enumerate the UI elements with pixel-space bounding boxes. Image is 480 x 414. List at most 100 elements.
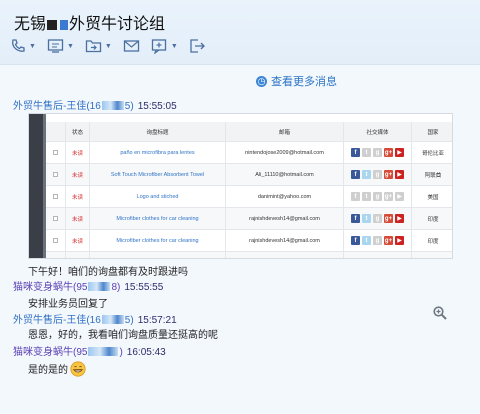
twitter-icon[interactable]: t	[362, 236, 371, 245]
add-member-icon	[151, 39, 166, 54]
table-row[interactable]: 未读 Paño de microfibrajdanielibarra@hotmai…	[46, 252, 452, 260]
inquiry-subject-link[interactable]: paño en microfibra para lentes	[120, 150, 194, 156]
subject-cell[interactable]: Microfiber clothes for car cleaning	[90, 230, 226, 251]
chevron-down-icon: ▼	[29, 42, 36, 50]
status-badge: 未读	[71, 172, 83, 179]
email-cell: danimint@yahoo.com	[226, 186, 344, 207]
row-checkbox[interactable]	[53, 216, 58, 221]
exit-group-button[interactable]	[189, 38, 206, 54]
header-select	[46, 122, 66, 141]
sender-tail: 5)	[124, 315, 134, 326]
message-sender[interactable]: 外贸牛售后-王佳(16 5) 15:57:21	[13, 311, 177, 326]
youtube-icon[interactable]: ▶	[395, 214, 404, 223]
social-icons: ftgg+▶	[351, 214, 404, 223]
history-clock-icon: ◷	[256, 75, 267, 87]
table-row[interactable]: 未读 Microfiber clothes for car cleaning raj…	[46, 208, 452, 230]
google-plus-icon[interactable]: g+	[384, 170, 393, 179]
row-checkbox[interactable]	[53, 172, 58, 177]
message-time: 15:55:55	[124, 282, 164, 293]
google-plus-icon[interactable]: g+	[384, 258, 393, 259]
message-sender[interactable]: 猫咪变身蜗牛(95) 16:05:43	[13, 343, 166, 358]
status-cell: 未读	[66, 142, 90, 163]
add-member-button[interactable]: ▼	[151, 38, 178, 54]
social-cell: ftgg+▶	[344, 230, 412, 251]
chevron-down-icon: ▼	[66, 42, 74, 50]
inquiry-subject-link[interactable]: Microfiber clothes for car cleaning	[116, 238, 198, 244]
twitter-icon[interactable]: t	[362, 214, 371, 223]
sender-name: 外贸牛售后-王佳(16	[13, 101, 101, 112]
google-plus-icon[interactable]: g+	[384, 192, 393, 201]
google-plus-icon[interactable]: g+	[384, 214, 393, 223]
google-icon[interactable]: g	[373, 170, 382, 179]
twitter-icon[interactable]: t	[362, 170, 371, 179]
social-icons: ftgg+▶	[351, 236, 404, 245]
facebook-icon[interactable]: f	[351, 170, 360, 179]
message-sender[interactable]: 外贸牛售后-王佳(16 5) 15:55:05	[13, 97, 177, 112]
google-icon[interactable]: g	[373, 236, 382, 245]
google-plus-icon[interactable]: g+	[384, 148, 393, 157]
twitter-icon[interactable]: t	[362, 258, 371, 259]
subject-cell[interactable]: Paño de microfibra	[90, 252, 226, 258]
row-checkbox[interactable]	[53, 150, 58, 155]
chat-title: 无锡 外贸牛讨论组	[14, 10, 165, 34]
twitter-icon[interactable]: t	[362, 192, 371, 201]
email-cell: jdanielibarra@hotmail.com	[226, 252, 344, 258]
row-checkbox[interactable]	[53, 238, 58, 243]
facebook-icon[interactable]: f	[351, 214, 360, 223]
subject-cell[interactable]: Soft Touch Microfiber Absorbent Towel	[90, 164, 226, 185]
facebook-icon[interactable]: f	[351, 236, 360, 245]
message-time: 15:57:21	[137, 315, 177, 326]
file-transfer-button[interactable]: ▼	[85, 38, 112, 54]
email-button[interactable]	[123, 38, 140, 54]
table-row[interactable]: 未读 Microfiber clothes for car cleaning raj…	[46, 230, 452, 252]
youtube-icon[interactable]: ▶	[395, 170, 404, 179]
zoom-in-icon[interactable]	[433, 306, 447, 320]
redacted-block	[47, 20, 58, 30]
youtube-icon[interactable]: ▶	[395, 148, 404, 157]
header-social: 社交媒体	[344, 122, 412, 141]
table-row[interactable]: 未读 paño en microfibra para lentes nintendo…	[46, 142, 452, 164]
load-more-messages-link[interactable]: ◷ 查看更多消息	[256, 73, 337, 89]
facebook-icon[interactable]: f	[351, 148, 360, 157]
youtube-icon[interactable]: ▶	[395, 236, 404, 245]
row-checkbox[interactable]	[53, 194, 58, 199]
message-sender[interactable]: 猫咪变身蜗牛(95 8) 15:55:55	[13, 278, 163, 293]
google-icon[interactable]: g	[373, 214, 382, 223]
grin-emoji-icon	[70, 361, 86, 377]
subject-cell[interactable]: Microfiber clothes for car cleaning	[90, 208, 226, 229]
youtube-icon[interactable]: ▶	[395, 192, 404, 201]
redacted-block	[60, 20, 69, 30]
inquiry-subject-link[interactable]: Microfiber clothes for car cleaning	[116, 216, 198, 222]
row-select-cell	[46, 230, 66, 251]
inquiry-table: 状态 询盘标题 邮箱 社交媒体 国家 未读 paño en microfibra …	[46, 114, 452, 260]
facebook-icon[interactable]: f	[351, 192, 360, 201]
email-cell: Ali_11110@hotmail.com	[226, 164, 344, 185]
country-text: 智利	[427, 259, 438, 260]
subject-cell[interactable]: paño en microfibra para lentes	[90, 142, 226, 163]
table-row[interactable]: 未读 Logo and stiched danimint@yahoo.com f t g g…	[46, 186, 452, 208]
google-icon[interactable]: g	[373, 148, 382, 157]
inquiry-subject-link[interactable]: Soft Touch Microfiber Absorbent Towel	[111, 172, 204, 178]
load-more-label: 查看更多消息	[271, 76, 337, 88]
sender-name: 外贸牛售后-王佳(16	[13, 315, 101, 326]
email-text: Ali_11110@hotmail.com	[255, 171, 314, 178]
facebook-icon[interactable]: f	[351, 258, 360, 259]
google-icon[interactable]: g	[373, 192, 382, 201]
subject-cell[interactable]: Logo and stiched	[90, 186, 226, 207]
inquiry-screenshot-image[interactable]: 状态 询盘标题 邮箱 社交媒体 国家 未读 paño en microfibra …	[28, 113, 453, 259]
header-subject: 询盘标题	[90, 122, 226, 141]
youtube-icon[interactable]: ▶	[395, 258, 404, 259]
screen-share-button[interactable]: ▼	[47, 38, 74, 54]
social-icons: ftgg+▶	[351, 258, 404, 259]
twitter-icon[interactable]: t	[362, 148, 371, 157]
header-status: 状态	[66, 122, 90, 141]
inquiry-subject-link[interactable]: Logo and stiched	[137, 194, 179, 200]
social-cell: ftgg+▶	[344, 208, 412, 229]
table-row[interactable]: 未读 Soft Touch Microfiber Absorbent Towel A…	[46, 164, 452, 186]
status-badge: 未读	[71, 238, 83, 245]
google-icon[interactable]: g	[373, 258, 382, 259]
chevron-down-icon: ▼	[170, 42, 178, 50]
message-text: 下午好！咱们的询盘都有及时跟进吗	[28, 267, 188, 278]
google-plus-icon[interactable]: g+	[384, 236, 393, 245]
voice-call-button[interactable]: ▼	[10, 38, 36, 54]
